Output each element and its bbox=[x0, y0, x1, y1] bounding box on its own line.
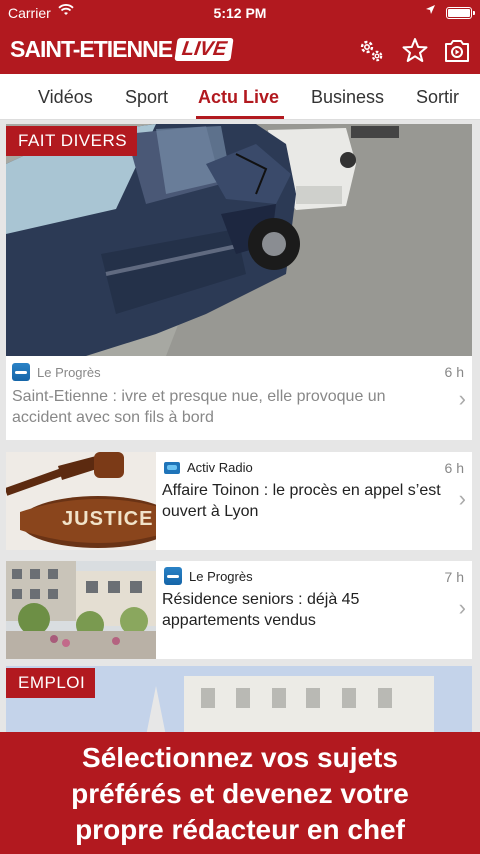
promo-line-2: préférés et devenez votre bbox=[71, 778, 409, 809]
category-tag-emploi: EMPLOI bbox=[6, 668, 96, 698]
article-headline[interactable]: Résidence seniors : déjà 45 appartements… bbox=[162, 589, 452, 631]
le-progres-logo-icon bbox=[12, 363, 30, 381]
source-name: Activ Radio bbox=[187, 460, 253, 475]
camera-icon[interactable] bbox=[442, 36, 472, 66]
location-arrow-icon bbox=[425, 4, 436, 18]
tab-sport[interactable]: Sport bbox=[125, 87, 168, 108]
article-card-featured[interactable]: FAIT DIVERS Le Progrès 6 h Saint-Etienne… bbox=[6, 124, 472, 440]
source-name: Le Progrès bbox=[37, 364, 101, 380]
status-bar: Carrier 5:12 PM bbox=[0, 0, 480, 26]
chevron-right-icon: › bbox=[458, 386, 466, 411]
settings-gears-icon[interactable] bbox=[356, 36, 386, 66]
article-image-residence bbox=[6, 561, 156, 659]
category-tabs: Vidéos Sport Actu Live Business Sortir bbox=[0, 74, 480, 120]
article-image-crashed-car: FAIT DIVERS bbox=[6, 124, 472, 356]
app-logo: SAINT-ETIENNE LIVE bbox=[10, 36, 235, 63]
article-card-residence[interactable]: Le Progrès 7 h Résidence seniors : déjà … bbox=[6, 561, 472, 659]
justice-image-text: JUSTICE bbox=[62, 508, 154, 530]
article-time: 6 h bbox=[444, 364, 464, 380]
promo-banner[interactable]: Sélectionnez vos sujets préférés et deve… bbox=[0, 732, 480, 854]
logo-badge: LIVE bbox=[174, 38, 235, 61]
source-name: Le Progrès bbox=[189, 568, 253, 584]
article-time: 6 h bbox=[444, 460, 464, 476]
article-source: Le Progrès bbox=[164, 567, 253, 585]
chevron-right-icon: › bbox=[458, 595, 466, 620]
article-card-emploi[interactable]: EMPLOI bbox=[6, 666, 472, 736]
le-progres-logo-icon bbox=[164, 567, 182, 585]
article-source: Le Progrès bbox=[12, 363, 101, 381]
tab-videos[interactable]: Vidéos bbox=[38, 87, 93, 108]
tab-actu-live[interactable]: Actu Live bbox=[198, 87, 279, 108]
promo-line-1: Sélectionnez vos sujets bbox=[82, 742, 398, 773]
chevron-right-icon: › bbox=[458, 486, 466, 511]
battery-icon bbox=[446, 7, 475, 19]
active-tab-indicator bbox=[196, 116, 284, 119]
activ-radio-logo-icon bbox=[164, 461, 180, 474]
article-headline[interactable]: Affaire Toinon : le procès en appel s’es… bbox=[162, 480, 452, 522]
logo-text: SAINT-ETIENNE bbox=[10, 36, 173, 62]
tab-sortir[interactable]: Sortir bbox=[416, 87, 459, 108]
star-icon[interactable] bbox=[400, 36, 430, 66]
article-source: Activ Radio bbox=[164, 460, 253, 475]
clock: 5:12 PM bbox=[213, 5, 267, 21]
article-headline[interactable]: Saint-Etienne : ivre et presque nue, ell… bbox=[12, 386, 448, 428]
category-tag-fait-divers: FAIT DIVERS bbox=[6, 126, 138, 156]
article-image-justice-gavel: JUSTICE bbox=[6, 452, 156, 550]
promo-line-3: propre rédacteur en chef bbox=[75, 814, 405, 845]
article-card-toinon[interactable]: JUSTICE Activ Radio 6 h Affaire Toinon :… bbox=[6, 452, 472, 550]
tab-business[interactable]: Business bbox=[311, 87, 384, 108]
app-header: SAINT-ETIENNE LIVE bbox=[0, 26, 480, 74]
article-time: 7 h bbox=[444, 569, 464, 585]
